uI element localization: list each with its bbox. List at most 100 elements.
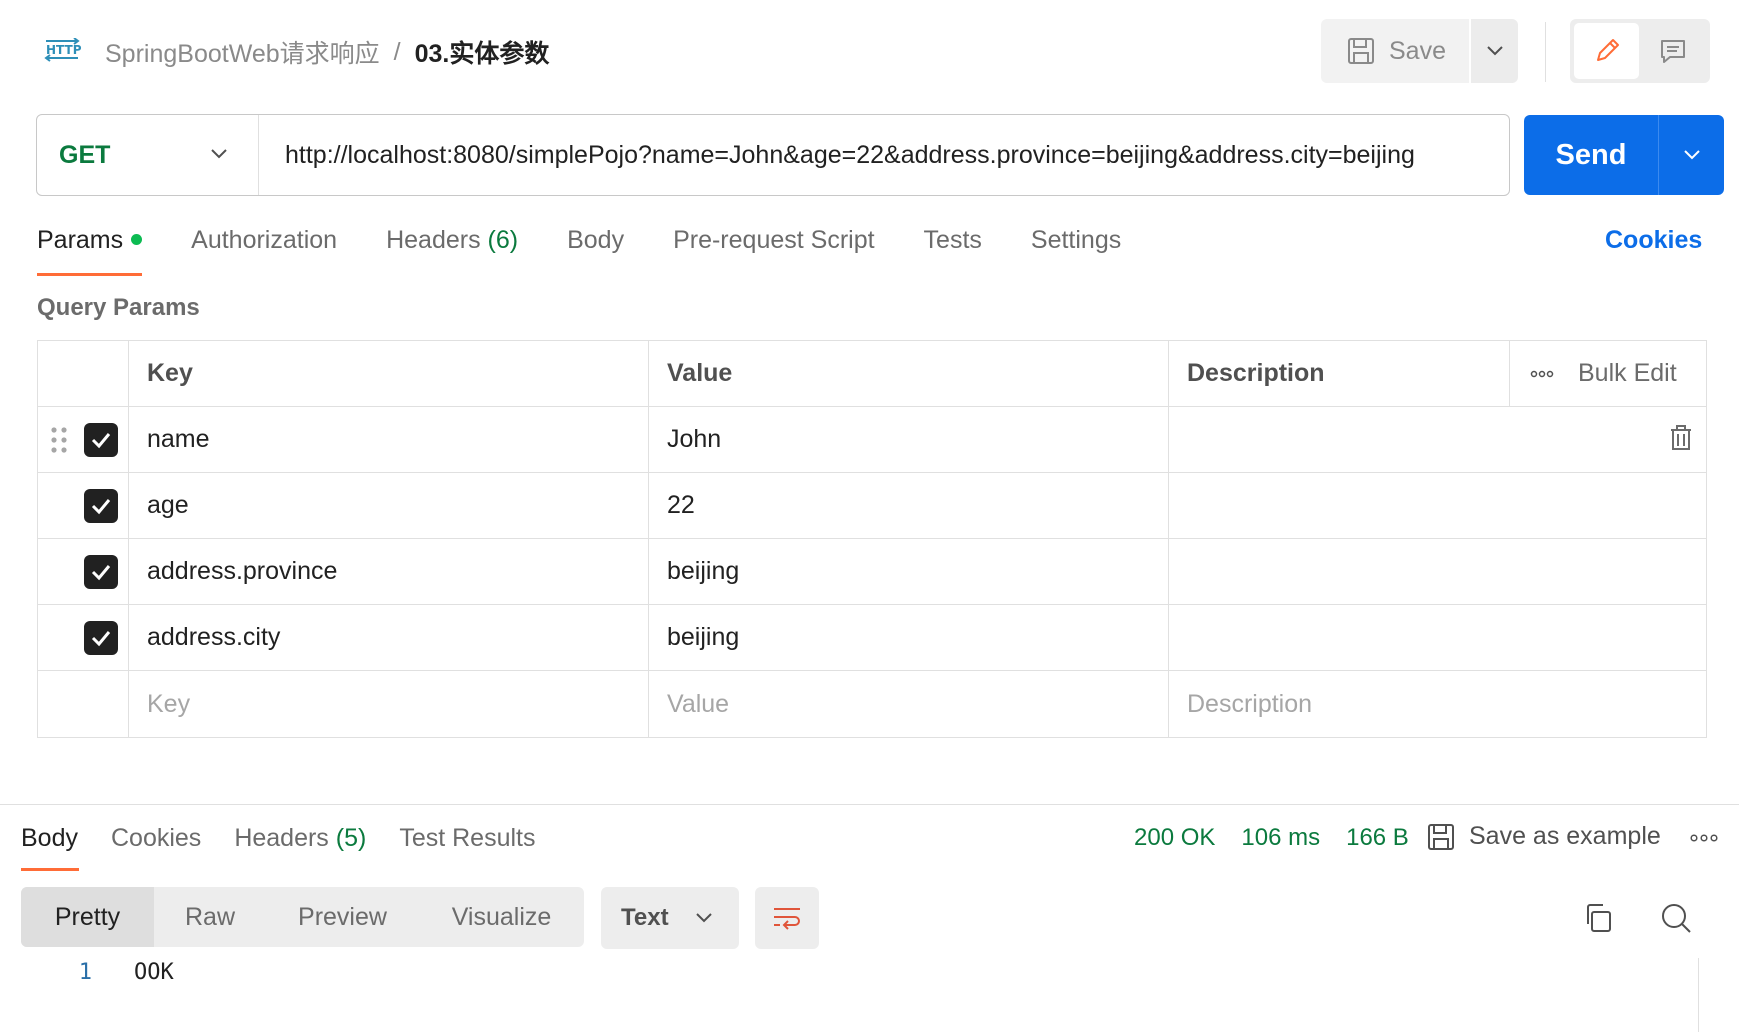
table-tools: Bulk Edit bbox=[1509, 341, 1706, 406]
response-scrollbar[interactable] bbox=[1698, 958, 1699, 1032]
chevron-down-icon bbox=[1486, 46, 1503, 56]
table-row: age 22 bbox=[38, 473, 1706, 539]
view-visualize[interactable]: Visualize bbox=[419, 887, 584, 947]
edit-mode-button[interactable] bbox=[1574, 23, 1639, 79]
breadcrumb-request-name[interactable]: 03.实体参数 bbox=[415, 34, 550, 70]
request-tabs: Params Authorization Headers (6) Body Pr… bbox=[37, 226, 1170, 276]
response-size[interactable]: 166 B bbox=[1346, 824, 1409, 852]
view-pretty[interactable]: Pretty bbox=[21, 887, 154, 947]
param-key[interactable]: address.province bbox=[129, 539, 649, 604]
check-icon bbox=[91, 565, 111, 581]
breadcrumb-collection[interactable]: SpringBootWeb请求响应 bbox=[105, 34, 380, 70]
param-value[interactable]: beijing bbox=[649, 539, 1169, 604]
param-value[interactable]: John bbox=[649, 407, 1169, 472]
more-options-icon[interactable] bbox=[1690, 830, 1718, 848]
trash-icon[interactable] bbox=[1670, 425, 1692, 451]
line-content[interactable]: OOK bbox=[134, 960, 174, 985]
wrap-lines-icon bbox=[774, 908, 800, 930]
response-tab-headers-count: (5) bbox=[335, 824, 367, 852]
tab-body[interactable]: Body bbox=[567, 226, 624, 276]
param-description[interactable] bbox=[1169, 539, 1706, 604]
send-button[interactable]: Send bbox=[1524, 115, 1658, 195]
line-number: 1 bbox=[78, 960, 92, 985]
check-icon bbox=[91, 433, 111, 449]
url-input[interactable]: http://localhost:8080/simplePojo?name=Jo… bbox=[259, 141, 1509, 170]
new-description-input[interactable]: Description bbox=[1169, 671, 1706, 737]
param-value[interactable]: 22 bbox=[649, 473, 1169, 538]
chevron-down-icon bbox=[211, 149, 227, 159]
response-meta: 200 OK 106 ms 166 B bbox=[1134, 824, 1435, 852]
response-divider bbox=[0, 804, 1739, 805]
response-tab-headers-label: Headers bbox=[234, 824, 329, 852]
response-tab-test-results[interactable]: Test Results bbox=[399, 824, 535, 869]
param-key[interactable]: name bbox=[129, 407, 649, 472]
tab-params[interactable]: Params bbox=[37, 226, 143, 276]
response-body-line: 1 OOK bbox=[0, 960, 174, 985]
query-params-table: Key Value Description Bulk Edit name Joh… bbox=[37, 340, 1707, 738]
view-preview[interactable]: Preview bbox=[266, 887, 419, 947]
view-raw[interactable]: Raw bbox=[154, 887, 266, 947]
more-options-icon[interactable] bbox=[1530, 370, 1554, 378]
response-tab-headers[interactable]: Headers (5) bbox=[234, 824, 366, 869]
param-description[interactable] bbox=[1169, 605, 1706, 670]
response-time[interactable]: 106 ms bbox=[1241, 824, 1320, 852]
toolbar-divider bbox=[1545, 22, 1546, 82]
param-checkbox[interactable] bbox=[84, 489, 118, 523]
check-icon bbox=[91, 631, 111, 647]
table-row: name John bbox=[38, 407, 1706, 473]
param-checkbox[interactable] bbox=[84, 423, 118, 457]
tab-params-label: Params bbox=[37, 226, 124, 254]
pencil-icon bbox=[1596, 39, 1619, 61]
method-label: GET bbox=[59, 140, 111, 169]
tab-tests[interactable]: Tests bbox=[924, 226, 982, 276]
copy-icon[interactable] bbox=[1582, 902, 1614, 939]
method-select[interactable]: GET bbox=[37, 115, 259, 195]
bulk-edit-button[interactable]: Bulk Edit bbox=[1578, 359, 1677, 388]
svg-text:HTTP: HTTP bbox=[46, 43, 82, 57]
response-tab-body[interactable]: Body bbox=[21, 824, 79, 871]
table-header-row: Key Value Description Bulk Edit bbox=[38, 341, 1706, 407]
send-options-button[interactable] bbox=[1658, 115, 1724, 195]
chevron-down-icon bbox=[1683, 150, 1700, 160]
response-tab-cookies[interactable]: Cookies bbox=[111, 824, 201, 869]
tab-headers-label: Headers bbox=[386, 226, 481, 254]
table-row: address.province beijing bbox=[38, 539, 1706, 605]
drag-handle-icon[interactable] bbox=[50, 426, 68, 454]
param-description[interactable] bbox=[1169, 407, 1706, 472]
param-checkbox[interactable] bbox=[84, 621, 118, 655]
response-view-selector: Pretty Raw Preview Visualize bbox=[21, 887, 584, 947]
save-as-example-button[interactable]: Save as example bbox=[1427, 822, 1661, 851]
mode-toggle bbox=[1570, 19, 1710, 83]
param-key[interactable]: address.city bbox=[129, 605, 649, 670]
search-icon[interactable] bbox=[1660, 902, 1692, 939]
param-checkbox[interactable] bbox=[84, 555, 118, 589]
params-active-dot bbox=[131, 234, 143, 245]
param-key[interactable]: age bbox=[129, 473, 649, 538]
column-key: Key bbox=[129, 341, 649, 406]
tab-settings[interactable]: Settings bbox=[1031, 226, 1121, 276]
param-description[interactable] bbox=[1169, 473, 1706, 538]
response-format-select[interactable]: Text bbox=[601, 887, 739, 949]
save-label: Save bbox=[1389, 36, 1446, 65]
column-description: Description bbox=[1187, 359, 1325, 387]
comments-button[interactable] bbox=[1639, 23, 1706, 79]
param-value[interactable]: beijing bbox=[649, 605, 1169, 670]
check-icon bbox=[91, 499, 111, 515]
save-group: Save bbox=[1321, 19, 1518, 83]
tab-headers-count: (6) bbox=[487, 226, 519, 254]
status-code[interactable]: 200 OK bbox=[1134, 824, 1215, 852]
response-tabs: Body Cookies Headers (5) Test Results bbox=[21, 824, 569, 871]
cookies-link[interactable]: Cookies bbox=[1605, 226, 1702, 255]
save-icon bbox=[1348, 38, 1374, 64]
new-value-input[interactable]: Value bbox=[649, 671, 1169, 737]
new-key-input[interactable]: Key bbox=[129, 671, 649, 737]
wrap-lines-button[interactable] bbox=[755, 887, 819, 949]
save-button[interactable]: Save bbox=[1321, 19, 1469, 83]
tab-prerequest-script[interactable]: Pre-request Script bbox=[673, 226, 874, 276]
tab-authorization[interactable]: Authorization bbox=[191, 226, 337, 276]
tab-headers[interactable]: Headers (6) bbox=[386, 226, 518, 276]
format-label: Text bbox=[621, 904, 669, 931]
http-icon: HTTP bbox=[44, 37, 82, 66]
save-options-button[interactable] bbox=[1471, 19, 1518, 83]
save-as-example-label: Save as example bbox=[1469, 822, 1661, 850]
